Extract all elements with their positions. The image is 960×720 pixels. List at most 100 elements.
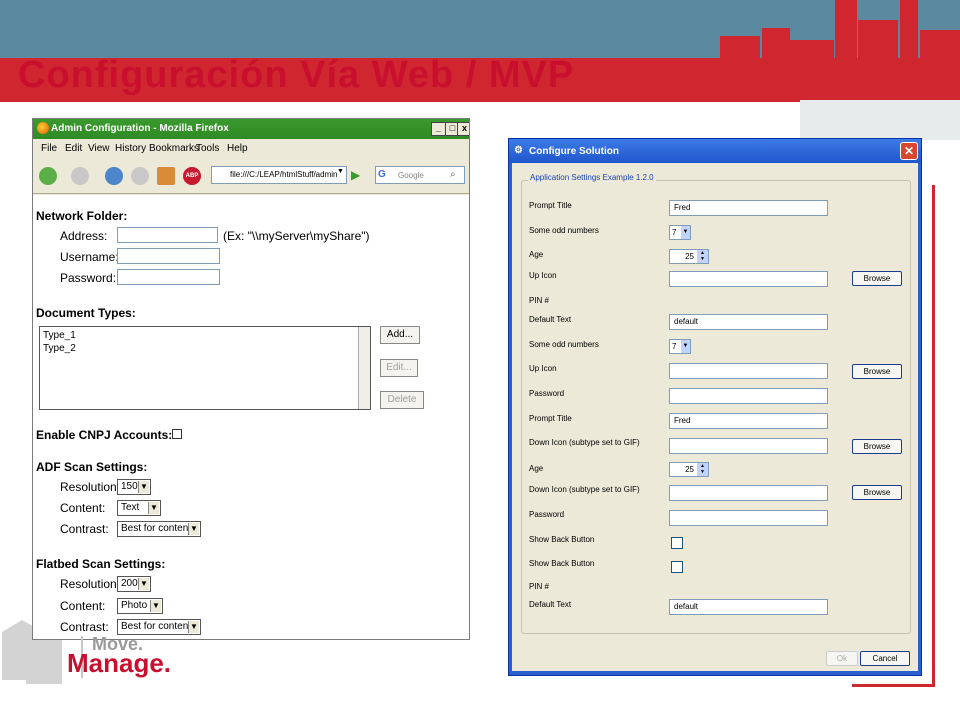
close-button[interactable]: x xyxy=(457,122,469,136)
pin-label: PIN # xyxy=(529,296,550,305)
navigation-toolbar: ABP file:///C:/LEAP/htmlStuff/admin ▼ ▶ … xyxy=(33,159,469,194)
menu-view[interactable]: View xyxy=(88,143,110,154)
password-input[interactable] xyxy=(669,388,828,404)
list-item[interactable]: Type_2 xyxy=(43,343,76,354)
spinner-arrows-icon[interactable]: ▲ ▼ xyxy=(697,463,708,476)
age-value: 25 xyxy=(685,465,694,474)
list-scrollbar[interactable] xyxy=(358,327,370,409)
browse-button[interactable]: Browse xyxy=(852,485,902,500)
stop-icon[interactable] xyxy=(131,167,149,185)
default-text-input[interactable]: default xyxy=(669,314,828,330)
down-icon-label: Down Icon (subtype set to GIF) xyxy=(529,485,640,494)
menu-help[interactable]: Help xyxy=(227,143,248,154)
chevron-down-icon: ▼ xyxy=(188,523,199,535)
prompt-title-label: Prompt Title xyxy=(529,414,572,423)
document-types-list[interactable]: Type_1 Type_2 xyxy=(39,326,371,410)
browse-button[interactable]: Browse xyxy=(852,271,902,286)
menu-tools[interactable]: Tools xyxy=(196,143,219,154)
show-back-button-checkbox[interactable] xyxy=(671,537,683,549)
configure-titlebar: ⚙ Configure Solution ✕ xyxy=(509,139,921,163)
menu-file[interactable]: File xyxy=(41,143,57,154)
menu-edit[interactable]: Edit xyxy=(65,143,82,154)
document-types-heading: Document Types: xyxy=(36,306,136,320)
password-label: Password xyxy=(529,510,565,519)
chevron-down-icon: ▼ xyxy=(138,481,149,493)
search-box[interactable]: G Google ⌕ xyxy=(375,166,465,184)
adf-heading: ADF Scan Settings: xyxy=(36,460,148,474)
ok-button[interactable]: Ok xyxy=(826,651,858,666)
home-icon[interactable] xyxy=(157,167,175,185)
cnpj-label: Enable CNPJ Accounts: xyxy=(36,428,173,442)
username-input[interactable] xyxy=(117,248,220,264)
list-item[interactable]: Type_1 xyxy=(43,330,76,341)
configure-window-title: Configure Solution xyxy=(529,146,619,157)
address-bar[interactable]: file:///C:/LEAP/htmlStuff/admin xyxy=(211,166,347,184)
menu-history[interactable]: History xyxy=(115,143,146,154)
age-spinner[interactable]: 25 ▲ ▼ xyxy=(669,249,709,264)
minimize-button[interactable]: _ xyxy=(431,122,446,136)
down-icon-input[interactable] xyxy=(669,438,828,454)
firefox-window: Admin Configuration - Mozilla Firefox _ … xyxy=(32,118,470,640)
adf-resolution-select[interactable]: 150 ▼ xyxy=(117,479,151,495)
reload-icon[interactable] xyxy=(105,167,123,185)
age-spinner[interactable]: 25 ▲ ▼ xyxy=(669,462,709,477)
odd-numbers-label: Some odd numbers xyxy=(529,226,599,235)
add-button[interactable]: Add... xyxy=(380,326,420,344)
address-input[interactable] xyxy=(117,227,218,243)
odd-numbers-select[interactable]: 7 ▼ xyxy=(669,225,691,240)
address-hint: (Ex: "\\myServer\myShare") xyxy=(223,229,370,243)
cancel-button[interactable]: Cancel xyxy=(860,651,910,666)
spinner-arrows-icon[interactable]: ▲ ▼ xyxy=(697,250,708,263)
google-icon: G xyxy=(378,169,386,180)
search-icon[interactable]: ⌕ xyxy=(450,169,456,180)
close-icon[interactable]: ✕ xyxy=(900,142,918,160)
password-input[interactable] xyxy=(669,510,828,526)
flatbed-content-select[interactable]: Photo ▼ xyxy=(117,598,163,614)
delete-button[interactable]: Delete xyxy=(380,391,424,409)
browse-button[interactable]: Browse xyxy=(852,439,902,454)
cnpj-checkbox[interactable] xyxy=(172,429,182,439)
group-label: Application Settings Example 1.2.0 xyxy=(528,173,656,182)
adf-contrast-select[interactable]: Best for content ▼ xyxy=(117,521,201,537)
show-back-button-label: Show Back Button xyxy=(529,559,595,568)
browse-button[interactable]: Browse xyxy=(852,364,902,379)
slide-title: Configuración Vía Web / MVP xyxy=(18,54,575,96)
down-icon-label: Down Icon (subtype set to GIF) xyxy=(529,438,640,447)
flatbed-resolution-value: 200 xyxy=(121,578,138,589)
go-icon[interactable]: ▶ xyxy=(351,168,360,182)
show-back-button-checkbox[interactable] xyxy=(671,561,683,573)
address-text: file:///C:/LEAP/htmlStuff/admin xyxy=(230,170,338,179)
back-arrow-icon[interactable] xyxy=(39,167,57,185)
network-folder-heading: Network Folder: xyxy=(36,209,128,223)
up-icon-input[interactable] xyxy=(669,363,828,379)
edit-button[interactable]: Edit... xyxy=(380,359,418,377)
default-text-input[interactable]: default xyxy=(669,599,828,615)
firefox-window-title: Admin Configuration - Mozilla Firefox xyxy=(51,123,229,134)
flatbed-resolution-select[interactable]: 200 ▼ xyxy=(117,576,151,592)
configure-solution-window: ⚙ Configure Solution ✕ Application Setti… xyxy=(508,138,922,676)
forward-arrow-icon[interactable] xyxy=(71,167,89,185)
chevron-down-icon: ▼ xyxy=(148,502,159,514)
username-label: Username: xyxy=(60,250,119,264)
odd-numbers-select[interactable]: 7 ▼ xyxy=(669,339,691,354)
up-icon-label: Up Icon xyxy=(529,364,557,373)
prompt-title-label: Prompt Title xyxy=(529,201,572,210)
flatbed-content-value: Photo xyxy=(121,600,148,611)
adblock-icon[interactable]: ABP xyxy=(183,167,201,185)
prompt-title-input[interactable]: Fred xyxy=(669,413,828,429)
password-input[interactable] xyxy=(117,269,220,285)
menu-bookmarks[interactable]: Bookmarks xyxy=(149,143,199,154)
page-content: Network Folder: Address: (Ex: "\\myServe… xyxy=(33,195,469,639)
up-icon-label: Up Icon xyxy=(529,271,557,280)
address-dropdown-icon[interactable]: ▼ xyxy=(337,168,347,182)
age-label: Age xyxy=(529,464,544,473)
down-icon-input[interactable] xyxy=(669,485,828,501)
prompt-title-input[interactable]: Fred xyxy=(669,200,828,216)
up-icon-input[interactable] xyxy=(669,271,828,287)
adf-content-select[interactable]: Text ▼ xyxy=(117,500,161,516)
age-label: Age xyxy=(529,250,544,259)
chevron-down-icon: ▼ xyxy=(681,340,690,353)
default-text-label: Default Text xyxy=(529,600,572,609)
adf-resolution-value: 150 xyxy=(121,481,138,492)
firefox-icon xyxy=(37,122,49,134)
